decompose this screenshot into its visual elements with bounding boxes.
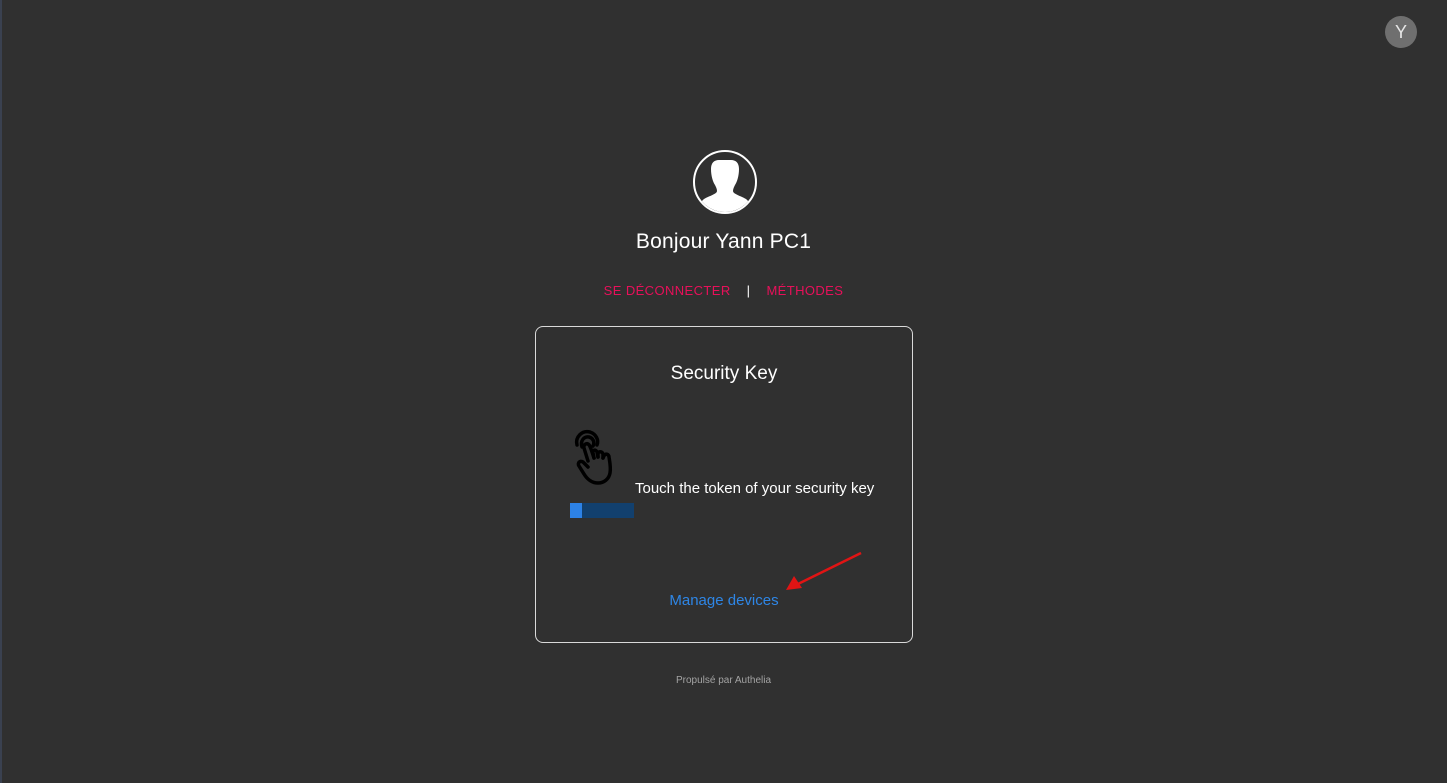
header-actions: SE DÉCONNECTER | MÉTHODES [0, 283, 1447, 298]
touch-hand-icon [571, 427, 633, 489]
account-avatar-button[interactable]: Y [1385, 16, 1417, 48]
methods-link[interactable]: MÉTHODES [766, 283, 843, 298]
security-key-card: Security Key Touch the token of your sec… [535, 326, 913, 643]
manage-devices-link[interactable]: Manage devices [536, 592, 912, 609]
progress-fill [570, 503, 582, 518]
timeout-progress-bar [570, 503, 634, 518]
greeting-text: Bonjour Yann PC1 [635, 230, 812, 253]
user-silhouette-icon [693, 150, 757, 214]
logout-link[interactable]: SE DÉCONNECTER [604, 283, 731, 298]
window-edge [0, 0, 2, 783]
card-title: Security Key [670, 363, 778, 384]
link-separator: | [746, 283, 751, 298]
login-page: Y Bonjour Yann PC1 SE DÉCONNECTER | MÉTH… [0, 0, 1447, 783]
footer-credit: Propulsé par Authelia [675, 675, 772, 686]
touch-instruction: Touch the token of your security key [635, 480, 875, 497]
annotation-arrow [786, 551, 862, 590]
